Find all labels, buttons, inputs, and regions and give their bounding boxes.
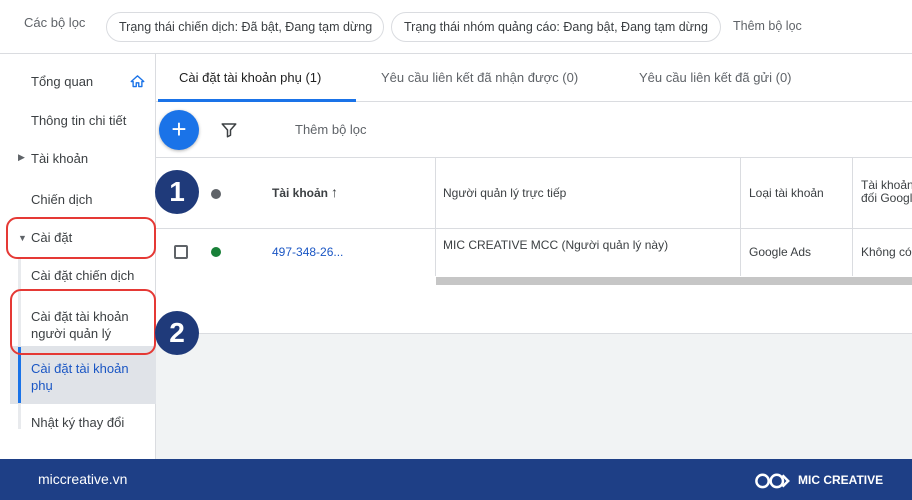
column-divider <box>852 158 853 230</box>
sidebar-item-label: Tài khoản <box>31 151 89 166</box>
column-divider <box>435 229 436 276</box>
status-enabled-dot-icon <box>211 247 221 257</box>
row-checkbox[interactable] <box>174 245 188 259</box>
column-divider <box>435 158 436 230</box>
home-icon <box>130 75 145 88</box>
filter-icon[interactable] <box>220 121 238 139</box>
account-id-link[interactable]: 497-348-26... <box>272 245 343 259</box>
sidebar-item-overview[interactable]: Tổng quan <box>0 54 156 108</box>
tab-link-requests-sent[interactable]: Yêu cầu liên kết đã gửi (0) <box>639 70 792 85</box>
sidebar-item-accounts[interactable]: ▶ Tài khoản <box>0 146 156 184</box>
table-row: 497-348-26... MIC CREATIVE MCC (Người qu… <box>156 229 912 276</box>
add-filter-button[interactable]: Thêm bộ lọc <box>295 122 367 137</box>
filter-chip-campaign-status[interactable]: Trạng thái chiến dịch: Đã bật, Đang tạm … <box>106 12 384 42</box>
highlight-settings-outline <box>6 217 156 259</box>
sidebar-item-change-history[interactable]: Nhật ký thay đổi <box>0 404 156 442</box>
filter-bar: Các bộ lọc Trạng thái chiến dịch: Đã bật… <box>0 0 912 54</box>
column-header-account[interactable]: Tài khoản <box>272 186 328 200</box>
subaccount-panel: Cài đặt tài khoản phụ (1) Yêu cầu liên k… <box>156 54 912 334</box>
step-badge-1: 1 <box>155 170 199 214</box>
sidebar-item-label: Nhật ký thay đổi <box>31 415 125 430</box>
highlight-subaccount-outline <box>10 289 156 355</box>
main-content: Cài đặt tài khoản phụ (1) Yêu cầu liên k… <box>156 54 912 459</box>
filter-chip-adgroup-status[interactable]: Trạng thái nhóm quảng cáo: Đang bật, Đan… <box>391 12 721 42</box>
sidebar-item-insights[interactable]: Thông tin chi tiết <box>0 108 156 146</box>
column-divider <box>740 229 741 276</box>
column-header-linked[interactable]: Tài khoản đối Googl <box>861 179 912 207</box>
sort-arrow-icon[interactable]: ↑ <box>331 184 338 200</box>
sidebar-item-label: Cài đặt chiến dịch <box>31 268 135 283</box>
caret-right-icon: ▶ <box>18 152 25 162</box>
filters-label: Các bộ lọc <box>24 15 86 30</box>
column-header-account-type[interactable]: Loại tài khoản <box>749 186 824 200</box>
manager-cell: MIC CREATIVE MCC (Người quản lý này) <box>443 238 669 252</box>
column-header-manager[interactable]: Người quản lý trực tiếp <box>443 186 566 200</box>
status-column-dot-icon <box>211 189 221 199</box>
brand-logo-icon <box>755 473 790 489</box>
step-badge-2: 2 <box>155 311 199 355</box>
sidebar-item-label: Cài đặt tài khoản phụ <box>31 361 129 393</box>
tab-link-requests-received[interactable]: Yêu cầu liên kết đã nhận được (0) <box>381 70 578 85</box>
footer-bar: miccreative.vn MIC CREATIVE <box>0 459 912 500</box>
horizontal-scrollbar[interactable] <box>436 277 912 285</box>
column-divider <box>740 158 741 230</box>
footer-brand: MIC CREATIVE <box>798 473 884 487</box>
add-filter-link[interactable]: Thêm bộ lọc <box>733 19 802 33</box>
sidebar-item-label: Tổng quan <box>31 74 94 89</box>
sidebar-item-subaccount-settings[interactable]: Cài đặt tài khoản phụ <box>0 350 156 404</box>
active-tab-indicator <box>158 99 356 102</box>
tab-subaccount-settings[interactable]: Cài đặt tài khoản phụ (1) <box>179 70 321 85</box>
tab-bar: Cài đặt tài khoản phụ (1) Yêu cầu liên k… <box>156 54 912 102</box>
account-type-cell: Google Ads <box>749 245 812 259</box>
linked-cell: Không có <box>861 245 912 259</box>
sidebar-item-label: Thông tin chi tiết <box>31 113 127 128</box>
add-button[interactable]: + <box>159 110 199 150</box>
sidebar-item-label: Chiến dịch <box>31 192 93 207</box>
footer-website: miccreative.vn <box>38 471 128 487</box>
table-header: Tài khoản ↑ Người quản lý trực tiếp Loại… <box>156 157 912 230</box>
column-divider <box>852 229 853 276</box>
